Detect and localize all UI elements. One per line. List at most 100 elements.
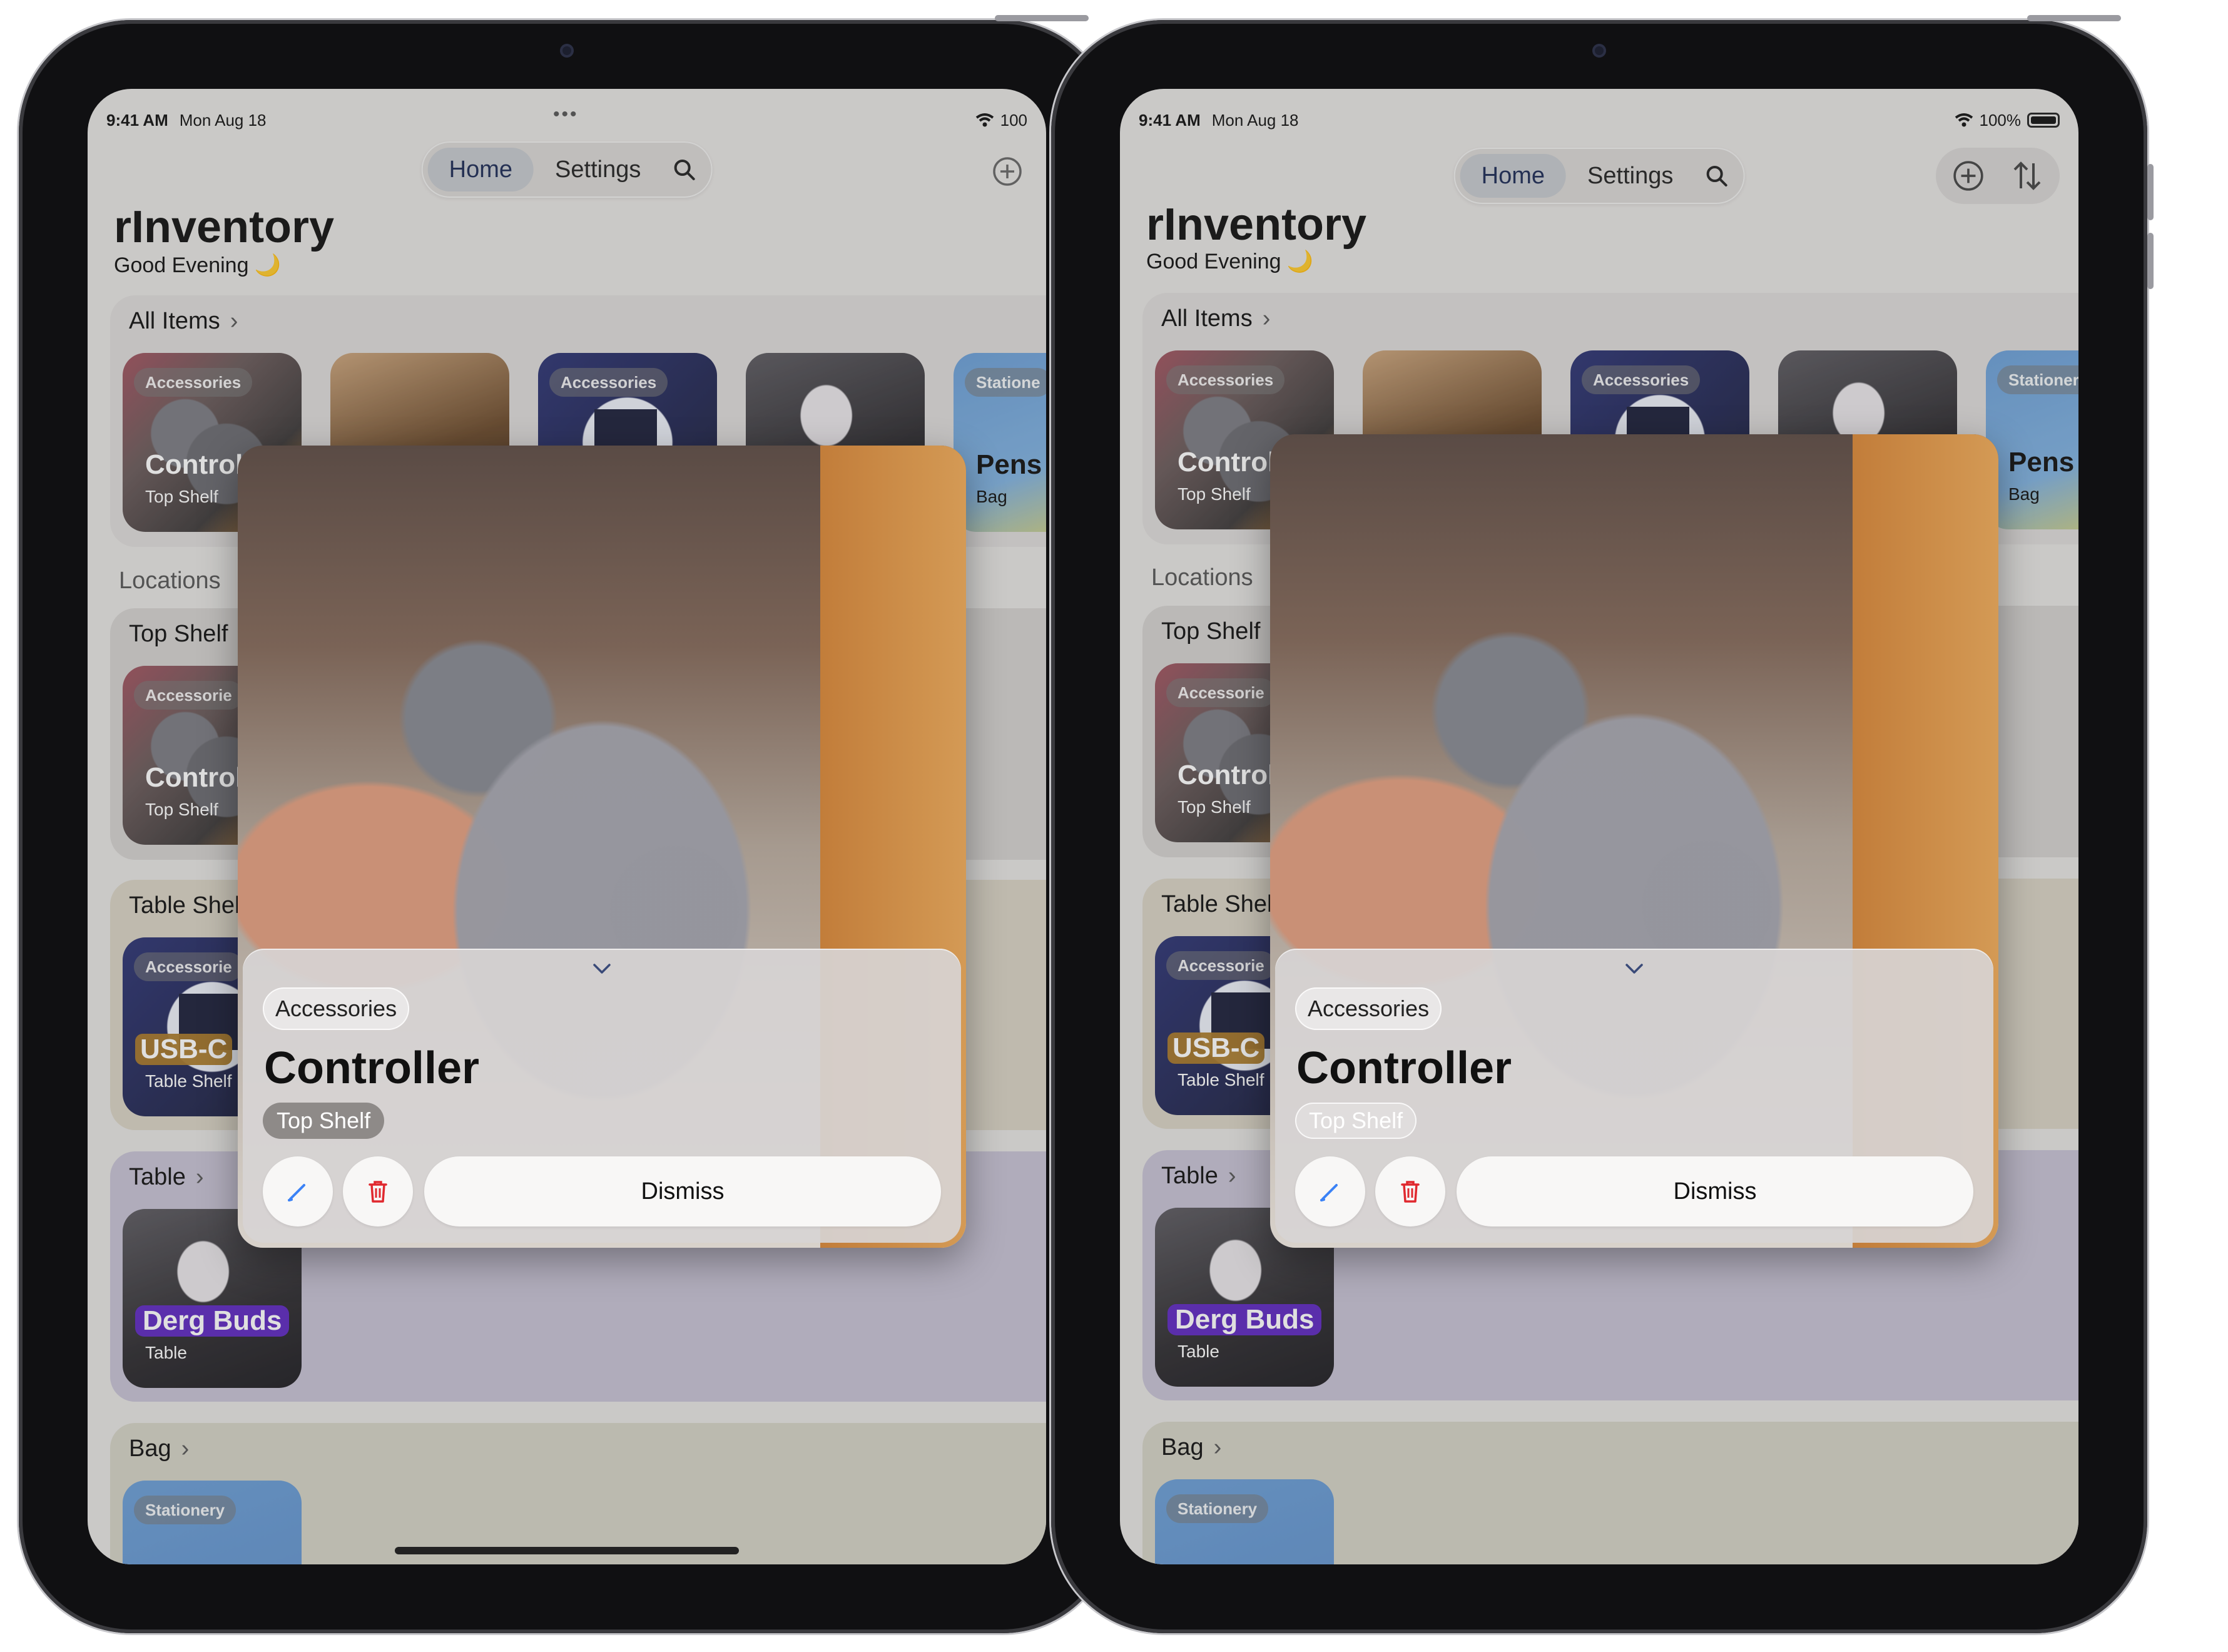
category-pill: Statione (965, 368, 1046, 397)
location-title: Top Shelf (1161, 618, 1261, 645)
plus-circle-icon (993, 157, 1022, 186)
tab-bar: Home Settings (421, 141, 713, 198)
detail-location-pill[interactable]: Top Shelf (263, 1103, 385, 1139)
status-bar: 9:41 AM Mon Aug 18 ••• 100 (106, 104, 1027, 133)
sort-button[interactable] (2001, 150, 2053, 202)
location-bag[interactable]: Bag › Stationery (1142, 1422, 2078, 1564)
location-title: Table (129, 1164, 186, 1190)
plus-circle-icon (1953, 161, 1983, 191)
item-name: USB-C (1167, 1032, 1265, 1064)
item-detail-card: Accessories Controller Top Shelf Dismiss (238, 446, 966, 1248)
item-card-pens[interactable]: Statione Pens Bag (954, 353, 1046, 532)
delete-button[interactable] (1375, 1156, 1445, 1226)
wifi-icon (975, 113, 994, 127)
multitasking-dots[interactable]: ••• (553, 104, 579, 125)
greeting: Good Evening 🌙 (114, 253, 282, 277)
item-name: Derg Buds (135, 1305, 290, 1337)
tab-bar: Home Settings (1453, 148, 1745, 204)
item-location: Table (1178, 1342, 1219, 1361)
home-indicator[interactable] (395, 1547, 739, 1554)
category-pill: Stationery (1997, 365, 2078, 394)
collapse-button[interactable] (1623, 957, 1646, 980)
item-location: Table Shelf (145, 1071, 232, 1091)
item-location: Top Shelf (1178, 797, 1251, 817)
detail-location-pill[interactable]: Top Shelf (1295, 1103, 1417, 1139)
location-title: Bag (1161, 1434, 1204, 1461)
tab-home[interactable]: Home (427, 148, 534, 191)
collapse-button[interactable] (591, 957, 613, 980)
item-name: Control (1178, 447, 1276, 477)
toolbar-actions (1936, 148, 2060, 204)
search-button[interactable] (1694, 154, 1738, 198)
tab-settings[interactable]: Settings (1566, 154, 1694, 198)
trash-icon (369, 1181, 387, 1203)
chevron-right-icon: › (1262, 305, 1271, 332)
category-pill: Accessories (1582, 365, 1701, 394)
item-location: Top Shelf (145, 800, 218, 819)
pencil-icon (288, 1184, 305, 1201)
dismiss-button[interactable]: Dismiss (424, 1156, 941, 1226)
item-name: USB-C (135, 1034, 233, 1065)
battery-percent: 100 (1000, 110, 1027, 130)
battery-percent: 100% (1979, 110, 2022, 130)
add-item-button[interactable] (1942, 150, 1995, 202)
all-items-header[interactable]: All Items › (1161, 305, 1270, 332)
item-detail-sheet: Accessories Controller Top Shelf Dismiss (1275, 949, 1993, 1243)
item-location: Top Shelf (1178, 484, 1251, 504)
location-title: Bag (129, 1435, 171, 1462)
category-pill: Accessories (1166, 365, 1285, 394)
item-detail-card: Accessories Controller Top Shelf Dismiss (1270, 434, 1998, 1248)
tab-settings[interactable]: Settings (534, 148, 662, 191)
item-location: Table (145, 1343, 187, 1362)
dismiss-button[interactable]: Dismiss (1457, 1156, 1973, 1226)
ipad-left: 9:41 AM Mon Aug 18 ••• 100 Home Settings… (19, 15, 1115, 1633)
add-item-button[interactable] (981, 145, 1034, 198)
detail-category-pill: Accessories (263, 987, 410, 1030)
status-date: Mon Aug 18 (1211, 110, 1299, 130)
location-title: Table Shel (129, 892, 240, 919)
search-icon (1706, 166, 1727, 186)
item-name: Pens (976, 449, 1042, 480)
tab-home[interactable]: Home (1460, 154, 1567, 198)
chevron-down-icon (1625, 964, 1643, 974)
status-bar: 9:41 AM Mon Aug 18 100% (1139, 108, 2060, 133)
trash-icon (1401, 1181, 1420, 1203)
category-pill: Stationery (1166, 1494, 1269, 1523)
delete-button[interactable] (343, 1156, 413, 1226)
volume-up-button (2147, 164, 2154, 220)
edit-button[interactable] (263, 1156, 333, 1226)
front-camera (560, 44, 574, 58)
screen-right: 9:41 AM Mon Aug 18 100% Home Settings rI… (1120, 89, 2078, 1564)
edit-button[interactable] (1295, 1156, 1365, 1226)
detail-title: Controller (1296, 1043, 1512, 1093)
item-card-stationery[interactable]: Stationery (1155, 1479, 1334, 1564)
location-title: Table Shel (1161, 891, 1273, 917)
item-location: Bag (976, 487, 1007, 506)
status-time: 9:41 AM (106, 110, 168, 130)
chevron-right-icon: › (181, 1435, 190, 1462)
item-name: Control (1178, 760, 1276, 790)
location-bag[interactable]: Bag › Stationery (110, 1423, 1046, 1564)
all-items-header[interactable]: All Items › (129, 308, 238, 335)
location-title: Top Shelf (129, 621, 228, 647)
detail-title: Controller (264, 1043, 480, 1093)
all-items-title: All Items (129, 308, 220, 334)
item-detail-sheet: Accessories Controller Top Shelf Dismiss (243, 949, 961, 1243)
category-pill: Accessorie (1166, 678, 1276, 707)
category-pill: Accessorie (134, 681, 243, 710)
search-button[interactable] (662, 148, 706, 191)
screen-left: 9:41 AM Mon Aug 18 ••• 100 Home Settings… (88, 89, 1046, 1564)
front-camera (1592, 44, 1606, 58)
chevron-right-icon: › (1213, 1434, 1222, 1461)
chevron-right-icon: › (195, 1164, 204, 1190)
item-card-pens[interactable]: Stationery Pens & P... Bag (1986, 350, 2078, 529)
item-location: Top Shelf (145, 487, 218, 506)
app-title: rInventory (1146, 200, 1367, 250)
detail-category-pill: Accessories (1295, 987, 1442, 1030)
category-pill: Stationery (134, 1496, 237, 1524)
category-pill: Accessories (134, 368, 253, 397)
item-card-stationery[interactable]: Stationery (123, 1481, 302, 1564)
item-name: Control (145, 449, 243, 480)
item-location: Table Shelf (1178, 1070, 1264, 1089)
item-location: Bag (2008, 484, 2040, 504)
